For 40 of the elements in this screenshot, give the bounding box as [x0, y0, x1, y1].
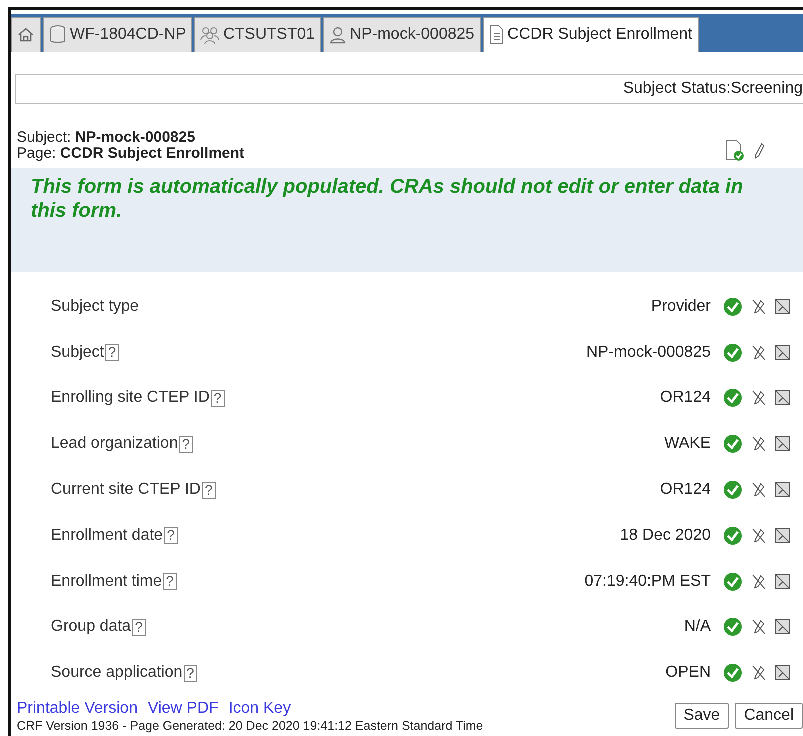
field-label: Subject	[51, 344, 104, 362]
field-value: Provider	[651, 298, 711, 316]
footer-text: CRF Version 1936 - Page Generated: 20 Dec 2020 19:41:12 Eastern Standard Time	[17, 719, 484, 734]
help-icon[interactable]: ?	[132, 618, 146, 636]
field-label: Enrolling site CTEP ID	[51, 389, 210, 408]
field-label: Enrollment time	[51, 572, 162, 591]
field-value: 18 Dec 2020	[620, 526, 711, 545]
field-value: OR124	[660, 389, 711, 408]
help-icon[interactable]: ?	[164, 527, 178, 544]
field-label: Subject type	[51, 298, 140, 316]
tab[interactable]: CTSUTST01	[194, 17, 322, 52]
field-label: Group data	[51, 618, 132, 636]
field-value: WAKE	[664, 435, 711, 454]
field-value: 07:19:40:PM EST	[584, 572, 711, 591]
tab[interactable]: NP-mock-000825	[323, 17, 481, 52]
tab[interactable]: WF-1804CD-NP	[43, 17, 192, 52]
field-value: N/A	[684, 618, 711, 636]
link[interactable]: Icon Key	[228, 700, 292, 718]
link[interactable]: Printable Version	[17, 700, 138, 718]
field-label: Source application	[51, 664, 183, 682]
field-value: OPEN	[666, 664, 711, 682]
help-icon[interactable]: ?	[163, 573, 177, 590]
help-icon[interactable]: ?	[105, 344, 120, 362]
save-button[interactable]: Save	[674, 703, 730, 730]
help-icon[interactable]: ?	[202, 482, 216, 499]
subject-heading: Subject: NP-mock-000825	[17, 130, 196, 146]
field-value: NP-mock-000825	[586, 344, 711, 362]
help-icon[interactable]: ?	[179, 436, 194, 453]
field-label: Lead organization	[51, 435, 178, 454]
link[interactable]: View PDF	[148, 700, 219, 718]
status-bar: Subject Status:Screening	[15, 74, 803, 104]
help-icon[interactable]: ?	[184, 664, 198, 682]
field-label: Current site CTEP ID	[51, 481, 201, 500]
cancel-button[interactable]: Cancel	[735, 703, 803, 730]
field-label: Enrollment date	[51, 526, 164, 545]
tab[interactable]: CCDR Subject Enrollment	[482, 17, 698, 52]
field-value: OR124	[660, 481, 711, 500]
page-heading: Page: CCDR Subject Enrollment	[17, 146, 245, 162]
help-icon[interactable]: ?	[210, 390, 225, 407]
notice-text: This form is automatically populated. CRAs should not edit or enter data in this form.	[11, 168, 803, 272]
